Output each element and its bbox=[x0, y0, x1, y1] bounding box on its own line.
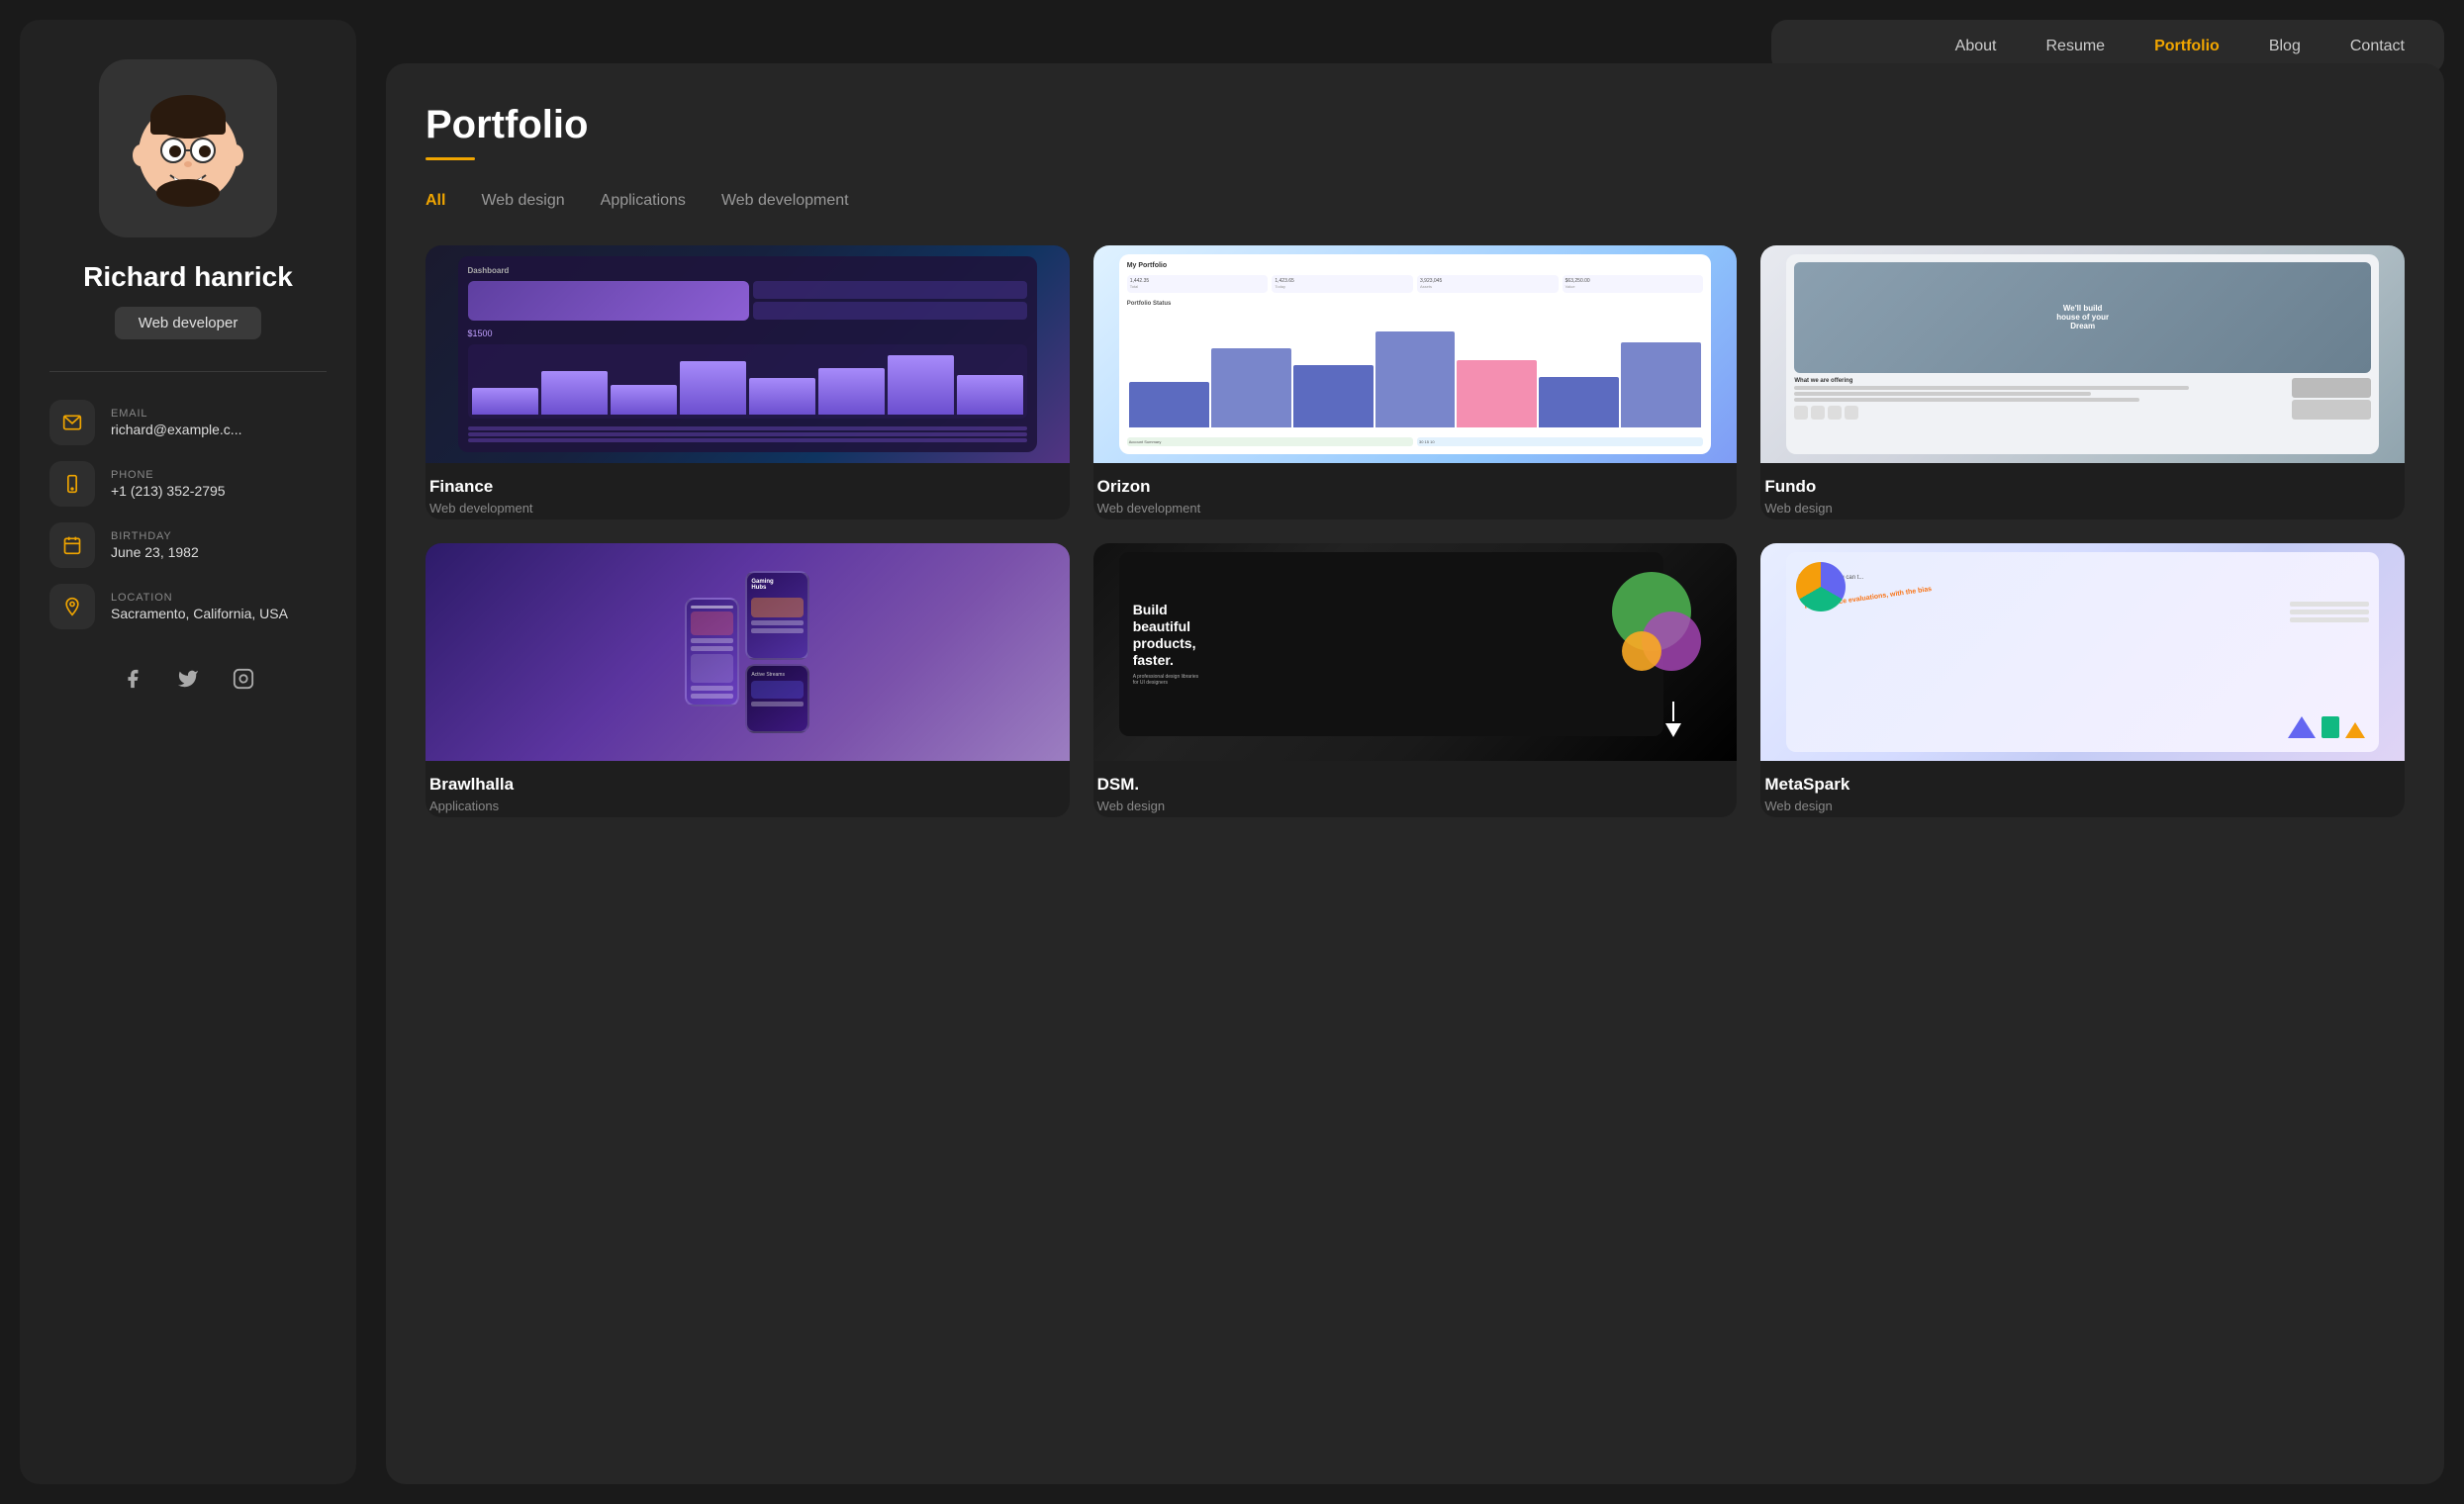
card-info-orizon: Orizon Web development bbox=[1093, 463, 1738, 519]
filter-webdev[interactable]: Web development bbox=[721, 188, 849, 214]
facebook-icon[interactable] bbox=[115, 661, 150, 697]
card-image-finance: Dashboard $1500 bbox=[426, 245, 1070, 463]
email-icon-box bbox=[49, 400, 95, 445]
card-category-dsm: Web design bbox=[1097, 799, 1734, 813]
portfolio-card-fundo[interactable]: We'll buildhouse of yourDream What we ar… bbox=[1760, 245, 2405, 519]
nav-contact[interactable]: Contact bbox=[2350, 38, 2405, 55]
phone-icon bbox=[62, 474, 82, 494]
contact-birthday: BIRTHDAY June 23, 1982 bbox=[49, 522, 327, 568]
metaspark-donut bbox=[1796, 562, 1846, 611]
card-category-finance: Web development bbox=[429, 501, 1066, 516]
title-underline bbox=[426, 157, 475, 160]
nav-about[interactable]: About bbox=[1955, 38, 1997, 55]
instagram-icon[interactable] bbox=[226, 661, 261, 697]
portfolio-section: Portfolio All Web design Applications We… bbox=[386, 63, 2444, 1484]
avatar bbox=[99, 59, 277, 237]
portfolio-grid: Dashboard $1500 bbox=[426, 245, 2405, 817]
email-label: EMAIL bbox=[111, 408, 241, 420]
social-row bbox=[115, 661, 261, 697]
card-image-metaspark: Performance evaluations, with the bias D… bbox=[1760, 543, 2405, 761]
phone-icon-box bbox=[49, 461, 95, 507]
email-value: richard@example.c... bbox=[111, 422, 241, 437]
card-image-fundo: We'll buildhouse of yourDream What we ar… bbox=[1760, 245, 2405, 463]
card-title-fundo: Fundo bbox=[1764, 477, 2401, 497]
portfolio-card-metaspark[interactable]: Performance evaluations, with the bias D… bbox=[1760, 543, 2405, 817]
user-role: Web developer bbox=[115, 307, 262, 339]
card-title-orizon: Orizon bbox=[1097, 477, 1734, 497]
card-category-fundo: Web design bbox=[1764, 501, 2401, 516]
card-image-dsm: Buildbeautifulproducts,faster. A profess… bbox=[1093, 543, 1738, 761]
card-info-metaspark: MetaSpark Web design bbox=[1760, 761, 2405, 817]
main-content: About Resume Portfolio Blog Contact Port… bbox=[376, 0, 2464, 1504]
card-title-finance: Finance bbox=[429, 477, 1066, 497]
contact-list: EMAIL richard@example.c... PHONE +1 (213… bbox=[49, 400, 327, 629]
card-category-metaspark: Web design bbox=[1764, 799, 2401, 813]
location-icon-box bbox=[49, 584, 95, 629]
portfolio-card-finance[interactable]: Dashboard $1500 bbox=[426, 245, 1070, 519]
calendar-icon bbox=[62, 535, 82, 555]
portfolio-card-dsm[interactable]: Buildbeautifulproducts,faster. A profess… bbox=[1093, 543, 1738, 817]
divider bbox=[49, 371, 327, 372]
card-info-brawlhalla: Brawlhalla Applications bbox=[426, 761, 1070, 817]
card-category-orizon: Web development bbox=[1097, 501, 1734, 516]
filter-all[interactable]: All bbox=[426, 188, 445, 214]
card-title-dsm: DSM. bbox=[1097, 775, 1734, 795]
filter-tabs: All Web design Applications Web developm… bbox=[426, 188, 2405, 214]
user-name: Richard hanrick bbox=[83, 261, 293, 293]
card-image-brawlhalla: GamingHubs Active Streams bbox=[426, 543, 1070, 761]
card-image-orizon: My Portfolio 1,442.35Total 1,423.65Today… bbox=[1093, 245, 1738, 463]
card-category-brawlhalla: Applications bbox=[429, 799, 1066, 813]
portfolio-card-orizon[interactable]: My Portfolio 1,442.35Total 1,423.65Today… bbox=[1093, 245, 1738, 519]
contact-email: EMAIL richard@example.c... bbox=[49, 400, 327, 445]
portfolio-title: Portfolio bbox=[426, 103, 2405, 147]
phone-value: +1 (213) 352-2795 bbox=[111, 483, 226, 499]
contact-phone: PHONE +1 (213) 352-2795 bbox=[49, 461, 327, 507]
card-info-finance: Finance Web development bbox=[426, 463, 1070, 519]
location-label: LOCATION bbox=[111, 592, 288, 604]
location-icon bbox=[62, 597, 82, 616]
card-title-brawlhalla: Brawlhalla bbox=[429, 775, 1066, 795]
twitter-icon[interactable] bbox=[170, 661, 206, 697]
calendar-icon-box bbox=[49, 522, 95, 568]
birthday-value: June 23, 1982 bbox=[111, 544, 199, 560]
nav-resume[interactable]: Resume bbox=[2045, 38, 2105, 55]
birthday-label: BIRTHDAY bbox=[111, 530, 199, 542]
nav-blog[interactable]: Blog bbox=[2269, 38, 2301, 55]
filter-applications[interactable]: Applications bbox=[601, 188, 686, 214]
sidebar: Richard hanrick Web developer EMAIL rich… bbox=[20, 20, 356, 1484]
contact-location: LOCATION Sacramento, California, USA bbox=[49, 584, 327, 629]
nav-portfolio[interactable]: Portfolio bbox=[2154, 38, 2220, 55]
card-title-metaspark: MetaSpark bbox=[1764, 775, 2401, 795]
portfolio-card-brawlhalla[interactable]: GamingHubs Active Streams bbox=[426, 543, 1070, 817]
filter-webdesign[interactable]: Web design bbox=[481, 188, 564, 214]
avatar-image bbox=[119, 79, 257, 218]
phone-label: PHONE bbox=[111, 469, 226, 481]
email-icon bbox=[62, 413, 82, 432]
card-info-dsm: DSM. Web design bbox=[1093, 761, 1738, 817]
location-value: Sacramento, California, USA bbox=[111, 606, 288, 621]
card-info-fundo: Fundo Web design bbox=[1760, 463, 2405, 519]
